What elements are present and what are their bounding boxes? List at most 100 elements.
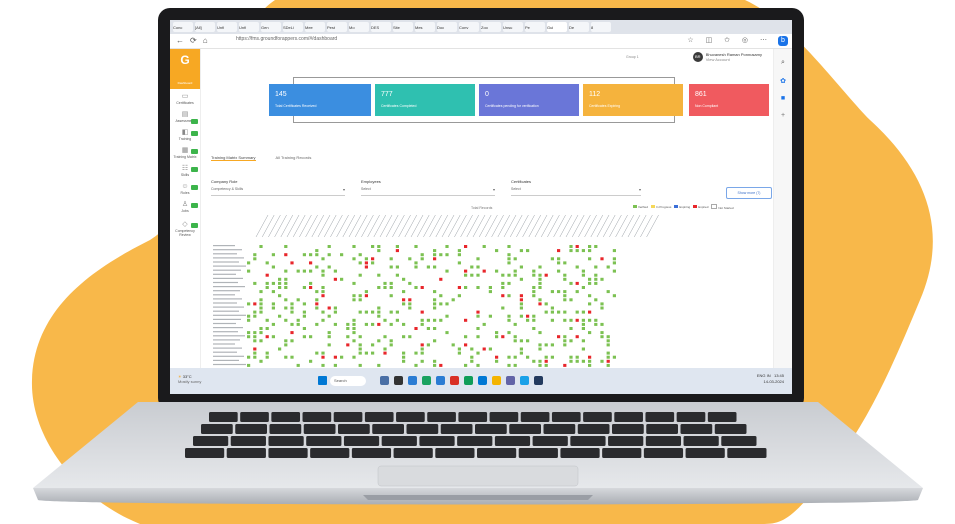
- sidebar-item-training[interactable]: ◧ Training: [172, 129, 198, 141]
- matrix-cell[interactable]: [581, 318, 585, 322]
- matrix-cell[interactable]: [327, 343, 331, 347]
- matrix-cell[interactable]: [371, 343, 375, 347]
- sidebar-item-competency[interactable]: ◇ Competency Review: [172, 221, 198, 237]
- matrix-cell[interactable]: [408, 335, 412, 339]
- matrix-cell[interactable]: [457, 261, 461, 265]
- matrix-cell[interactable]: [284, 245, 288, 248]
- matrix-cell[interactable]: [402, 355, 406, 359]
- matrix-cell[interactable]: [420, 257, 424, 261]
- matrix-cell[interactable]: [247, 302, 251, 306]
- matrix-cell[interactable]: [321, 269, 325, 273]
- matrix-cell[interactable]: [433, 265, 437, 269]
- matrix-cell[interactable]: [395, 265, 399, 269]
- matrix-cell[interactable]: [352, 294, 356, 298]
- matrix-cell[interactable]: [600, 322, 604, 326]
- matrix-cell[interactable]: [538, 265, 542, 269]
- matrix-cell[interactable]: [389, 310, 393, 314]
- matrix-cell[interactable]: [476, 363, 480, 367]
- matrix-cell[interactable]: [501, 294, 505, 298]
- matrix-cell[interactable]: [476, 310, 480, 314]
- matrix-cell[interactable]: [606, 355, 610, 359]
- matrix-cell[interactable]: [575, 290, 579, 294]
- matrix-cell[interactable]: [333, 363, 337, 367]
- matrix-cell[interactable]: [389, 286, 393, 289]
- matrix-cell[interactable]: [550, 310, 554, 314]
- matrix-cell[interactable]: [569, 327, 573, 330]
- matrix-cell[interactable]: [364, 294, 368, 298]
- matrix-cell[interactable]: [321, 351, 325, 355]
- matrix-cell[interactable]: [402, 277, 406, 281]
- matrix-cell[interactable]: [507, 363, 511, 367]
- matrix-cell[interactable]: [296, 322, 300, 326]
- matrix-cell[interactable]: [389, 265, 393, 269]
- matrix-cell[interactable]: [600, 331, 604, 335]
- matrix-cell[interactable]: [296, 269, 300, 273]
- matrix-cell[interactable]: [538, 286, 542, 289]
- matrix-cell[interactable]: [377, 310, 381, 314]
- matrix-cell[interactable]: [247, 335, 251, 339]
- matrix-cell[interactable]: [284, 306, 288, 310]
- sidebar-item-training-matrix[interactable]: ▦ Training Matrix: [172, 147, 198, 159]
- matrix-cell[interactable]: [340, 277, 344, 281]
- matrix-cell[interactable]: [271, 290, 275, 294]
- matrix-cell[interactable]: [439, 277, 443, 281]
- matrix-cell[interactable]: [253, 347, 257, 351]
- matrix-cell[interactable]: [358, 347, 362, 351]
- matrix-cell[interactable]: [327, 253, 331, 257]
- matrix-cell[interactable]: [358, 294, 362, 298]
- matrix-cell[interactable]: [253, 281, 257, 285]
- matrix-cell[interactable]: [563, 343, 567, 347]
- matrix-cell[interactable]: [513, 273, 517, 277]
- matrix-cell[interactable]: [333, 355, 337, 359]
- matrix-cell[interactable]: [402, 322, 406, 326]
- matrix-cell[interactable]: [352, 331, 356, 335]
- matrix-cell[interactable]: [377, 363, 381, 367]
- matrix-cell[interactable]: [420, 253, 424, 257]
- matrix-cell[interactable]: [364, 310, 368, 314]
- browser-tab[interactable]: Mo: [349, 22, 369, 32]
- matrix-cell[interactable]: [550, 343, 554, 347]
- matrix-cell[interactable]: [588, 257, 592, 261]
- matrix-cell[interactable]: [600, 335, 604, 339]
- matrix-cell[interactable]: [302, 310, 306, 314]
- matrix-cell[interactable]: [383, 281, 387, 285]
- matrix-cell[interactable]: [513, 339, 517, 343]
- matrix-cell[interactable]: [557, 310, 561, 314]
- matrix-cell[interactable]: [488, 286, 492, 289]
- matrix-cell[interactable]: [563, 290, 567, 294]
- browser-nav-icons[interactable]: ←⟳⌂: [176, 36, 214, 45]
- matrix-cell[interactable]: [364, 351, 368, 355]
- matrix-cell[interactable]: [495, 269, 499, 273]
- matrix-cell[interactable]: [426, 343, 430, 347]
- windows-start-icon[interactable]: [318, 376, 327, 385]
- matrix-cell[interactable]: [259, 331, 263, 335]
- matrix-cell[interactable]: [383, 286, 387, 289]
- matrix-cell[interactable]: [470, 347, 474, 351]
- matrix-cell[interactable]: [464, 335, 468, 339]
- matrix-cell[interactable]: [507, 281, 511, 285]
- matrix-cell[interactable]: [321, 310, 325, 314]
- matrix-cell[interactable]: [352, 355, 356, 359]
- matrix-cell[interactable]: [550, 318, 554, 322]
- matrix-cell[interactable]: [588, 363, 592, 367]
- matrix-cell[interactable]: [358, 310, 362, 314]
- matrix-cell[interactable]: [402, 351, 406, 355]
- matrix-cell[interactable]: [402, 290, 406, 294]
- app-icon[interactable]: [450, 376, 459, 385]
- matrix-cell[interactable]: [253, 310, 257, 314]
- matrix-cell[interactable]: [420, 286, 424, 289]
- matrix-cell[interactable]: [544, 302, 548, 306]
- app-icon[interactable]: [478, 376, 487, 385]
- matrix-cell[interactable]: [408, 257, 412, 261]
- matrix-cell[interactable]: [408, 302, 412, 306]
- weather-widget[interactable]: ☀ 33°C Mostly sunny: [178, 374, 201, 384]
- matrix-cell[interactable]: [575, 335, 579, 339]
- matrix-cell[interactable]: [538, 331, 542, 335]
- matrix-cell[interactable]: [439, 302, 443, 306]
- app-icon[interactable]: [380, 376, 389, 385]
- matrix-cell[interactable]: [507, 257, 511, 261]
- matrix-cell[interactable]: [271, 265, 275, 269]
- matrix-cell[interactable]: [476, 327, 480, 330]
- matrix-cell[interactable]: [600, 302, 604, 306]
- matrix-cell[interactable]: [538, 277, 542, 281]
